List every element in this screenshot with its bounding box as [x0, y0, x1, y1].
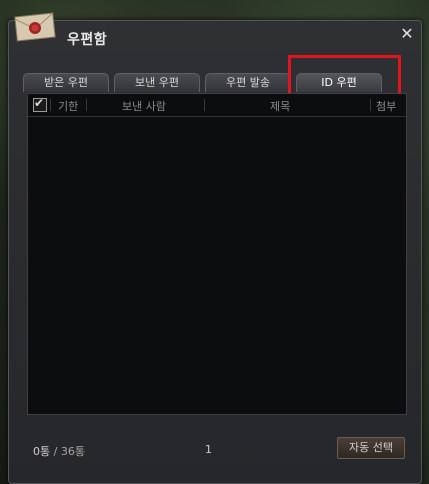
mail-count-current: 0통: [33, 445, 51, 458]
highlight-annotation: [288, 55, 401, 97]
column-divider: [370, 99, 371, 111]
page-number: 1: [205, 443, 212, 456]
column-divider: [86, 99, 87, 111]
title-bar: 우편함 ✕: [9, 12, 421, 55]
column-divider: [50, 99, 51, 111]
list-header: 기한 보낸 사람 제목 첨부: [28, 94, 406, 117]
column-divider: [204, 99, 205, 111]
tab-received-mail[interactable]: 받은 우편: [23, 73, 109, 92]
tab-sent-mail[interactable]: 보낸 우편: [114, 73, 200, 92]
column-header-deadline[interactable]: 기한: [58, 98, 78, 114]
footer: 0통 / 36통 1 자동 선택: [27, 437, 405, 461]
window-title: 우편함: [67, 32, 108, 48]
column-header-sender[interactable]: 보낸 사람: [122, 98, 166, 114]
mail-list-panel: 기한 보낸 사람 제목 첨부: [27, 93, 407, 415]
close-button[interactable]: ✕: [399, 26, 415, 42]
select-all-checkbox[interactable]: [33, 96, 47, 112]
mailbox-window: 우편함 ✕ 받은 우편 보낸 우편 우편 발송 ID 우편 기한 보낸 사람 제…: [8, 12, 422, 484]
envelope-icon: [14, 12, 56, 42]
mail-count: 0통 / 36통: [33, 443, 85, 459]
mail-list-body[interactable]: [28, 118, 406, 412]
tab-send-mail[interactable]: 우편 발송: [205, 73, 291, 92]
mail-count-total: 36통: [60, 445, 85, 458]
mail-count-separator: /: [50, 445, 61, 458]
auto-select-button[interactable]: 자동 선택: [337, 437, 405, 459]
column-header-attachment[interactable]: 첨부: [376, 98, 396, 114]
column-header-subject[interactable]: 제목: [270, 98, 290, 114]
